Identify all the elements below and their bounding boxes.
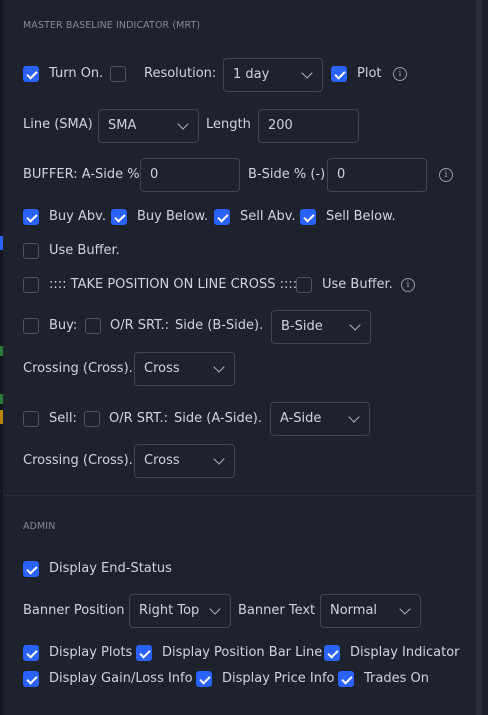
buy-crossing-value: Cross xyxy=(144,361,180,376)
length-label: Length xyxy=(206,117,251,132)
plot-label: Plot xyxy=(357,66,382,81)
resolution-checkbox[interactable] xyxy=(110,66,126,82)
line-label: Line (SMA) xyxy=(23,117,93,132)
display-indicator-checkbox[interactable] xyxy=(324,645,340,661)
banner-text-value: Normal xyxy=(330,603,378,618)
display-plots-label: Display Plots xyxy=(49,645,133,660)
use-buffer-checkbox[interactable] xyxy=(23,243,39,259)
chevron-down-icon xyxy=(348,411,360,423)
banner-position-label: Banner Position xyxy=(23,603,125,618)
buy-checkbox[interactable] xyxy=(23,318,39,334)
sell-below-label: Sell Below. xyxy=(326,209,396,224)
chevron-down-icon xyxy=(349,319,361,331)
buy-or-srt-label: O/R SRT.: xyxy=(110,318,170,333)
buy-abv-label: Buy Abv. xyxy=(49,209,106,224)
a-side-label: Side (A-Side). xyxy=(174,411,262,426)
display-position-bar-line-label: Display Position Bar Line xyxy=(162,645,323,660)
sell-or-srt-label: O/R SRT.: xyxy=(109,411,169,426)
display-gain-loss-checkbox[interactable] xyxy=(23,671,39,687)
length-input[interactable]: 200 xyxy=(258,109,359,143)
chevron-down-icon xyxy=(399,603,411,615)
buy-crossing-select[interactable]: Cross xyxy=(134,352,235,386)
b-side-value: B-Side xyxy=(281,319,323,334)
take-position-label: :::: TAKE POSITION ON LINE CROSS :::: xyxy=(49,277,298,292)
trades-on-checkbox[interactable] xyxy=(338,671,354,687)
buffer-a-input[interactable]: 0 xyxy=(140,158,240,192)
display-indicator-label: Display Indicator xyxy=(350,645,460,660)
chart-edge-mark xyxy=(0,410,3,424)
buy-label: Buy: xyxy=(49,318,78,333)
display-end-status-checkbox[interactable] xyxy=(23,561,39,577)
sell-abv-label: Sell Abv. xyxy=(240,209,296,224)
info-icon[interactable]: i xyxy=(439,168,453,182)
banner-text-select[interactable]: Normal xyxy=(320,594,421,628)
info-icon[interactable]: i xyxy=(393,67,407,81)
chart-edge xyxy=(0,0,3,715)
chevron-down-icon xyxy=(301,67,313,79)
chevron-down-icon xyxy=(209,603,221,615)
banner-position-value: Right Top xyxy=(139,603,200,618)
buffer-a-label: BUFFER: A-Side % xyxy=(23,167,140,182)
info-icon[interactable]: i xyxy=(401,278,415,292)
banner-text-label: Banner Text xyxy=(238,603,316,618)
buy-abv-checkbox[interactable] xyxy=(23,209,39,225)
display-gain-loss-label: Display Gain/Loss Info xyxy=(49,671,193,686)
section-divider xyxy=(3,495,482,496)
display-end-status-label: Display End-Status xyxy=(49,561,172,576)
sell-crossing-select[interactable]: Cross xyxy=(134,444,235,478)
sell-abv-checkbox[interactable] xyxy=(214,209,230,225)
buy-crossing-label: Crossing (Cross). xyxy=(23,361,133,376)
use-buffer-label: Use Buffer. xyxy=(49,243,120,258)
turn-on-checkbox[interactable] xyxy=(23,66,39,82)
chart-edge-mark xyxy=(0,346,3,356)
buy-below-label: Buy Below. xyxy=(137,209,209,224)
section-title-master: MASTER BASELINE INDICATOR (MRT) xyxy=(23,20,201,31)
section-title-admin: ADMIN xyxy=(23,521,56,532)
banner-position-select[interactable]: Right Top xyxy=(129,594,231,628)
line-type-select[interactable]: SMA xyxy=(98,109,199,143)
sell-below-checkbox[interactable] xyxy=(300,209,316,225)
b-side-label: Side (B-Side). xyxy=(175,318,264,333)
a-side-value: A-Side xyxy=(280,411,322,426)
a-side-select[interactable]: A-Side xyxy=(270,402,370,436)
b-side-select[interactable]: B-Side xyxy=(271,310,371,344)
display-plots-checkbox[interactable] xyxy=(23,645,39,661)
chart-edge-mark xyxy=(0,236,3,250)
resolution-value: 1 day xyxy=(233,67,270,82)
display-position-bar-line-checkbox[interactable] xyxy=(136,645,152,661)
take-use-buffer-checkbox[interactable] xyxy=(296,277,312,293)
buy-or-srt-checkbox[interactable] xyxy=(85,318,101,334)
trades-on-label: Trades On xyxy=(364,671,429,686)
sell-crossing-label: Crossing (Cross). xyxy=(23,453,133,468)
turn-on-label: Turn On. xyxy=(49,66,104,81)
resolution-label: Resolution: xyxy=(144,66,217,81)
buffer-b-input[interactable]: 0 xyxy=(327,158,427,192)
settings-panel: MASTER BASELINE INDICATOR (MRT) Turn On.… xyxy=(0,0,482,715)
chevron-down-icon xyxy=(213,361,225,373)
sell-crossing-value: Cross xyxy=(144,453,180,468)
panel-scrollbar[interactable] xyxy=(476,0,482,715)
take-position-checkbox[interactable] xyxy=(23,277,39,293)
resolution-select[interactable]: 1 day xyxy=(223,58,323,92)
take-use-buffer-label: Use Buffer. xyxy=(322,277,393,292)
chevron-down-icon xyxy=(177,118,189,130)
display-price-info-checkbox[interactable] xyxy=(196,671,212,687)
sell-checkbox[interactable] xyxy=(23,411,39,427)
buy-below-checkbox[interactable] xyxy=(111,209,127,225)
chevron-down-icon xyxy=(213,453,225,465)
sell-label: Sell: xyxy=(49,411,77,426)
buffer-b-label: B-Side % (-) xyxy=(248,167,326,182)
sell-or-srt-checkbox[interactable] xyxy=(84,411,100,427)
chart-edge-mark xyxy=(0,394,3,404)
line-type-value: SMA xyxy=(108,118,137,133)
plot-checkbox[interactable] xyxy=(331,66,347,82)
display-price-info-label: Display Price Info xyxy=(222,671,335,686)
